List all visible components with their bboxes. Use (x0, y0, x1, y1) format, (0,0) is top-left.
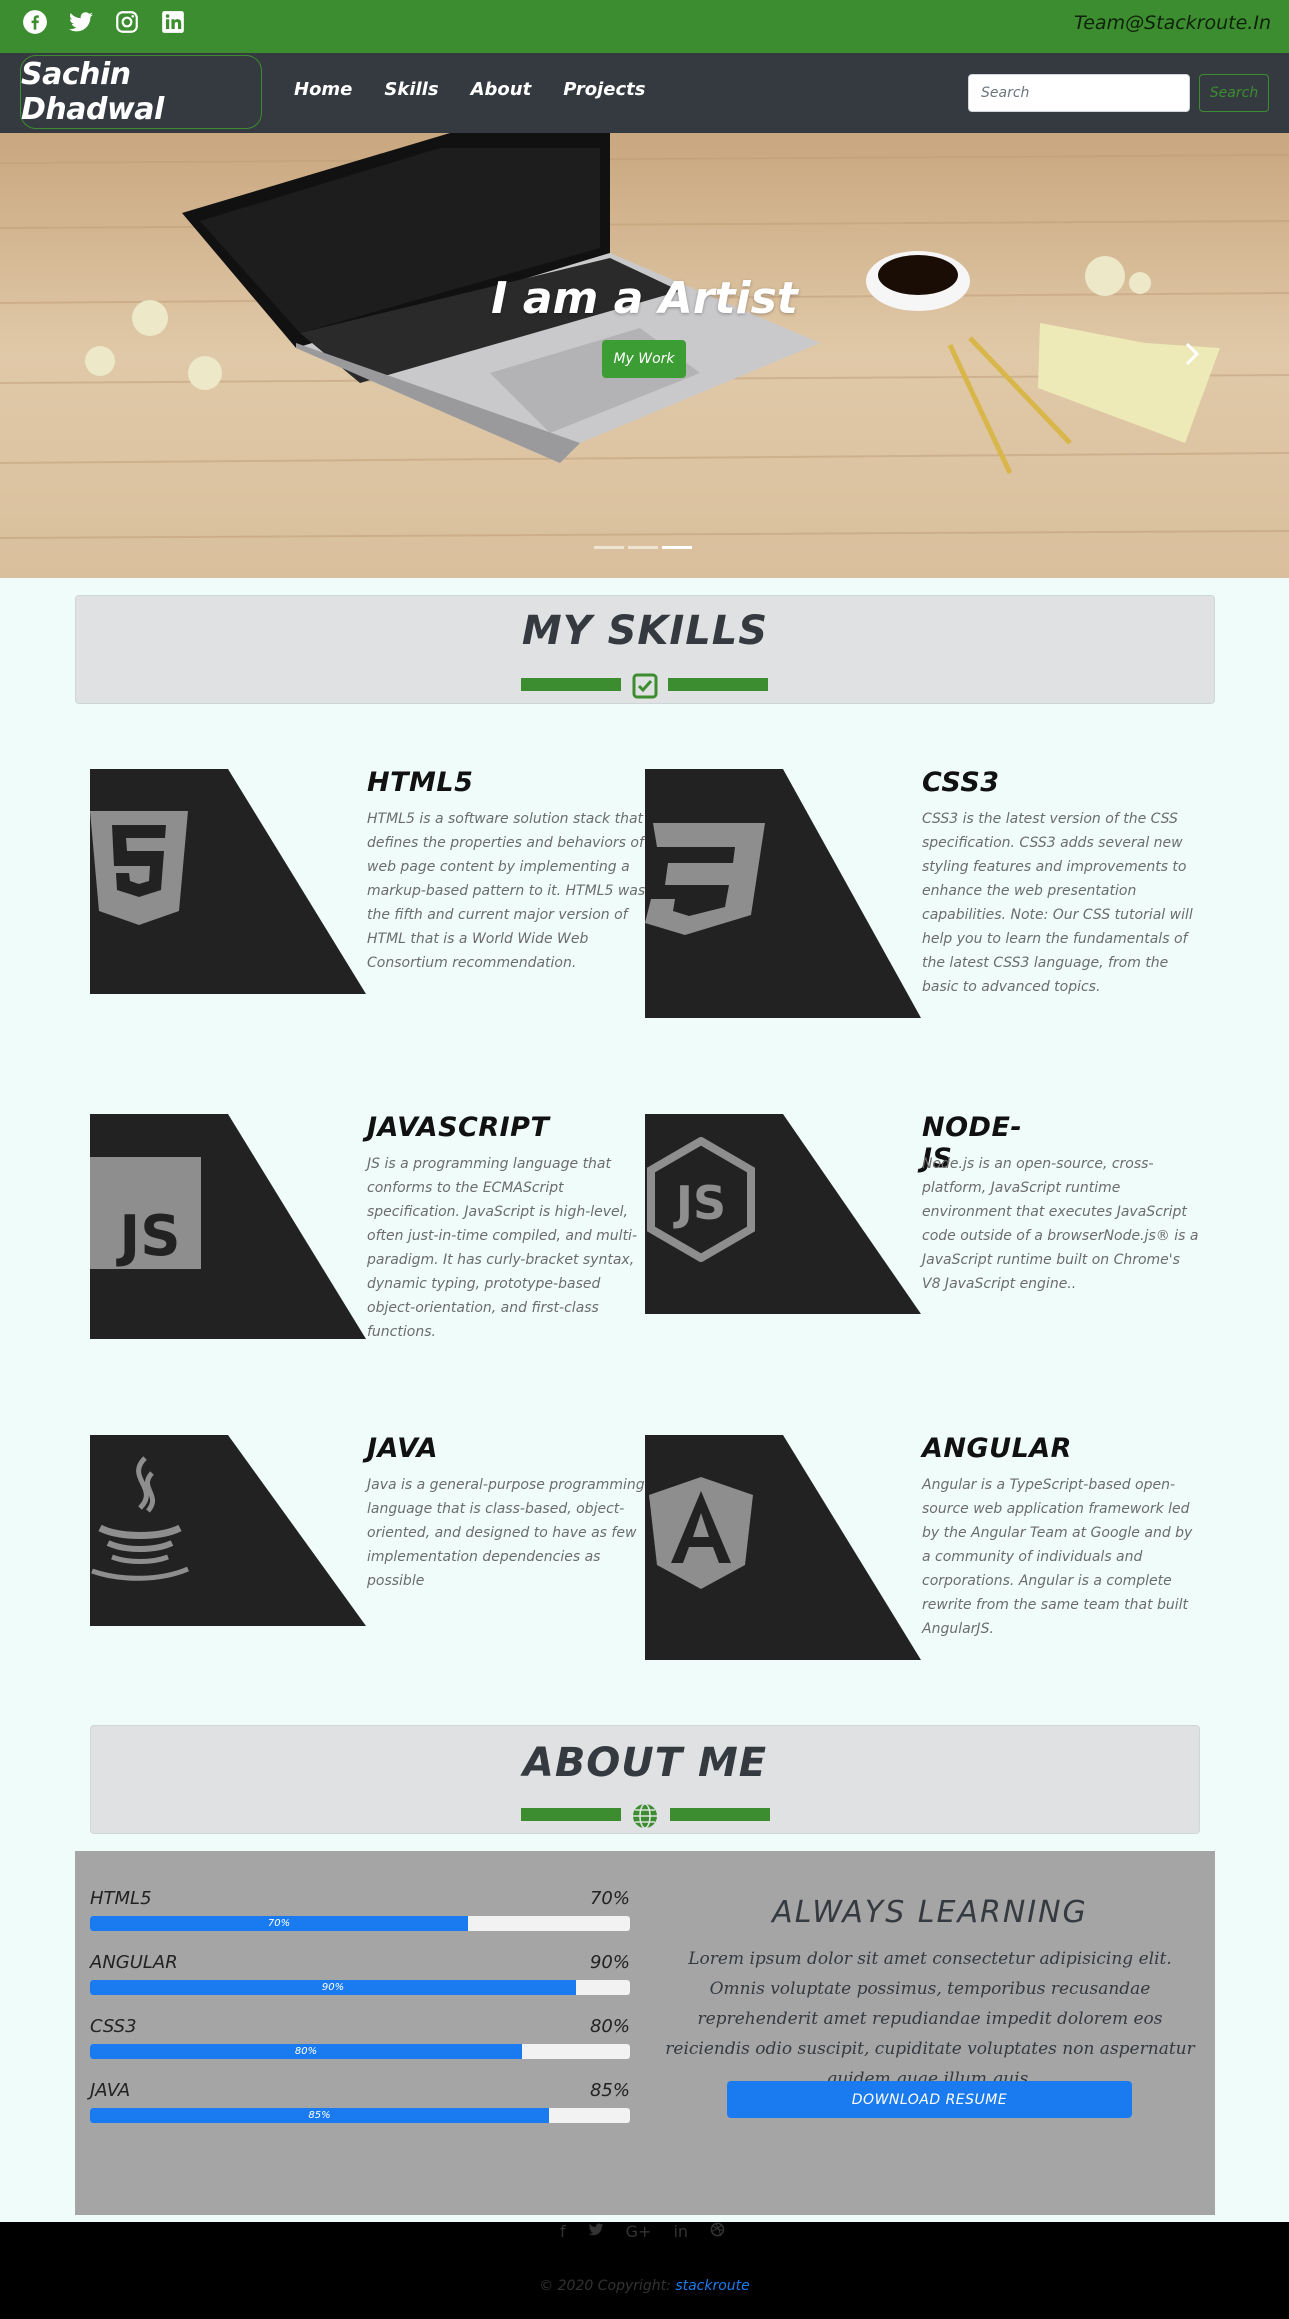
check-square-icon (632, 673, 658, 703)
linkedin-icon[interactable] (160, 9, 186, 35)
divider-right (670, 1808, 770, 1821)
about-text: Lorem ipsum dolor sit amet consectetur a… (665, 1949, 1195, 2089)
carousel-indicator[interactable] (594, 546, 624, 549)
skill-title: CSS3 (922, 767, 1000, 798)
top-bar: Team@Stackroute.In (0, 0, 1289, 53)
progress-percent: 90% (589, 1952, 630, 1973)
copyright: © 2020 Copyright: stackroute (0, 2278, 1289, 2294)
progress-label: CSS3 (90, 2016, 137, 2037)
css3-icon (645, 823, 765, 935)
chevron-right-icon[interactable] (1182, 341, 1202, 374)
svg-text:JS: JS (673, 1176, 726, 1230)
skill-title: ANGULAR (922, 1433, 1072, 1464)
javascript-icon: JS (90, 1157, 201, 1269)
facebook-icon[interactable] (22, 9, 48, 35)
my-work-button[interactable]: My Work (602, 340, 686, 378)
skill-description: Java is a general-purpose programming la… (367, 1477, 645, 1589)
about-title: ABOUT ME (522, 1740, 768, 1786)
footer-social-links: f G+ in (560, 2222, 725, 2241)
divider-left (521, 1808, 621, 1821)
skills-title: MY SKILLS (521, 608, 769, 654)
progress-track: 70% (90, 1916, 630, 1931)
nav-projects[interactable]: Projects (563, 79, 645, 100)
skill-description: Angular is a TypeScript-based open-sourc… (922, 1477, 1193, 1637)
carousel-indicator[interactable] (628, 546, 658, 549)
hero-carousel: I am a Artist My Work (0, 133, 1289, 578)
nodejs-icon: JS (647, 1137, 755, 1262)
skill-title: JAVA (367, 1433, 439, 1464)
skill-description: CSS3 is the latest version of the CSS sp… (922, 811, 1193, 995)
svg-text:JS: JS (115, 1204, 180, 1269)
progress-track: 80% (90, 2044, 630, 2059)
contact-email[interactable]: Team@Stackroute.In (1074, 12, 1271, 34)
divider-left (521, 678, 621, 691)
progress-percent: 85% (589, 2080, 630, 2101)
skill-description: JS is a programming language that confor… (367, 1156, 637, 1340)
divider-right (668, 678, 768, 691)
navbar: Sachin Dhadwal Home Skills About Project… (0, 53, 1289, 133)
search-input[interactable] (968, 74, 1190, 112)
skill-title: JAVASCRIPT (367, 1112, 550, 1143)
always-learning-heading: ALWAYS LEARNING (772, 1895, 1088, 1930)
twitter-icon[interactable] (68, 9, 94, 35)
google-plus-icon[interactable]: G+ (626, 2222, 652, 2241)
download-resume-button[interactable]: DOWNLOAD RESUME (727, 2081, 1132, 2118)
stackroute-link[interactable]: stackroute (675, 2278, 749, 2294)
skills-heading-box: MY SKILLS (75, 595, 1215, 704)
carousel-indicator[interactable] (662, 546, 692, 549)
social-links (22, 9, 186, 35)
nav-skills[interactable]: Skills (384, 79, 438, 100)
hero-title: I am a Artist (491, 273, 798, 324)
about-panel: HTML5 70% 70% ANGULAR 90% 90% CSS3 80% 80% JAVA 85… (75, 1851, 1215, 2215)
progress-fill: 70% (90, 1916, 468, 1931)
skill-description: Node.js is an open-source, cross-platfor… (922, 1156, 1199, 1292)
dribbble-icon[interactable] (710, 2222, 725, 2241)
instagram-icon[interactable] (114, 9, 140, 35)
progress-label: ANGULAR (90, 1952, 178, 1973)
progress-fill: 80% (90, 2044, 522, 2059)
progress-track: 90% (90, 1980, 630, 1995)
brand-logo[interactable]: Sachin Dhadwal (20, 55, 262, 129)
carousel-indicators (594, 546, 692, 549)
progress-track: 85% (90, 2108, 630, 2123)
nav-links: Home Skills About Projects (294, 79, 645, 100)
twitter-icon[interactable] (588, 2222, 604, 2241)
skill-title: HTML5 (367, 767, 474, 798)
globe-icon (631, 1802, 659, 1834)
copyright-text: © 2020 Copyright: (539, 2278, 671, 2294)
progress-label: HTML5 (90, 1888, 152, 1909)
nav-about[interactable]: About (471, 79, 532, 100)
progress-fill: 85% (90, 2108, 549, 2123)
skill-description: HTML5 is a software solution stack that … (367, 811, 646, 971)
footer: f G+ in © 2020 Copyright: stackroute (0, 2222, 1289, 2319)
progress-percent: 80% (589, 2016, 630, 2037)
search-button[interactable]: Search (1199, 74, 1269, 112)
about-heading-box: ABOUT ME (90, 1725, 1200, 1834)
angular-icon (649, 1477, 753, 1589)
facebook-icon[interactable]: f (560, 2222, 566, 2241)
progress-fill: 90% (90, 1980, 576, 1995)
progress-percent: 70% (589, 1888, 630, 1909)
html5-icon (90, 811, 188, 925)
linkedin-icon[interactable]: in (673, 2222, 688, 2241)
progress-label: JAVA (90, 2080, 131, 2101)
nav-home[interactable]: Home (294, 79, 352, 100)
java-icon (91, 1456, 189, 1581)
